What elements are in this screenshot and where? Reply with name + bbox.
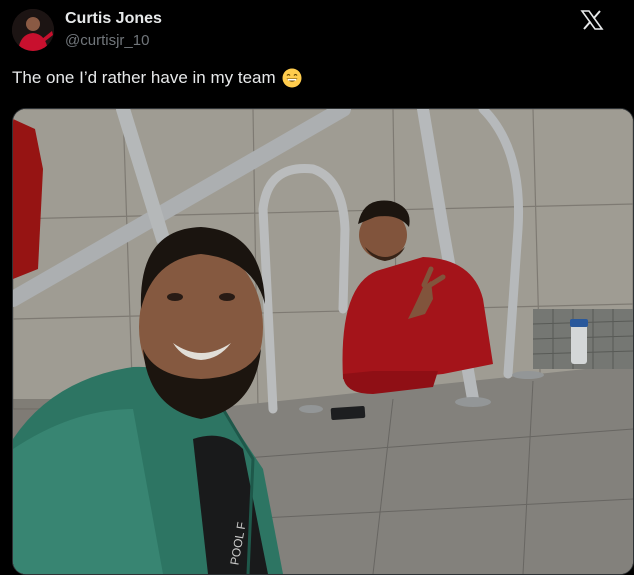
author-name[interactable]: Curtis Jones — [65, 10, 162, 28]
tweet-card: Curtis Jones @curtisjr_10 The one I’d ra… — [0, 0, 634, 575]
author-handle[interactable]: @curtisjr_10 — [65, 32, 149, 49]
x-logo-icon[interactable] — [580, 8, 604, 32]
avatar[interactable] — [12, 9, 54, 51]
selfie-photo: POOL F — [13, 109, 633, 574]
tweet-text: The one I’d rather have in my team — [12, 68, 302, 88]
grinning-face-emoji-icon — [282, 68, 302, 88]
tweet-header: Curtis Jones @curtisjr_10 — [12, 8, 622, 56]
tweet-text-content: The one I’d rather have in my team — [12, 68, 276, 87]
tweet-photo[interactable]: POOL F — [12, 108, 634, 575]
